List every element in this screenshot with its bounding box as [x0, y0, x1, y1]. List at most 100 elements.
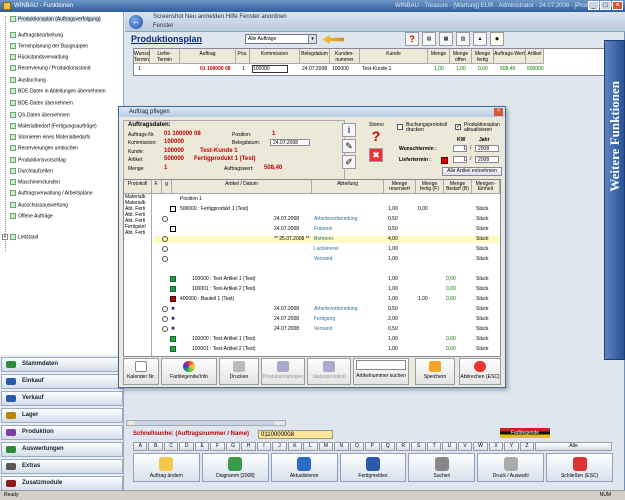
column-header[interactable]: Kunde — [360, 49, 428, 64]
column-header[interactable]: Kommission — [250, 49, 300, 64]
buchungsprotokoll-checkbox[interactable] — [397, 124, 403, 130]
alphabet-button[interactable]: D — [179, 442, 194, 451]
grid-row[interactable]: 100000 : Test-Artikel 1 (Test) 1,00 0,00 St… — [154, 336, 500, 343]
sidebar-item[interactable]: Maschinenstunden — [10, 179, 60, 185]
alphabet-button[interactable]: G — [225, 442, 241, 451]
grid-row[interactable]: 100001 : Test-Artikel 2 (Test) 1,00 0,00 St… — [154, 286, 500, 293]
sidebar-item[interactable]: BDE-Daten in Abteilungen übernehmen — [10, 88, 106, 94]
grid-header[interactable]: Abteilung — [312, 180, 384, 194]
sidebar-item[interactable]: Auftragsverwaltung / Arbeitspläne — [10, 190, 93, 196]
alphabet-button[interactable]: Alle — [535, 442, 612, 451]
liefertermin-kw-field[interactable]: 1 — [453, 156, 467, 163]
cell-menge[interactable]: 1,00 — [434, 65, 444, 73]
weitere-funktionen-button[interactable]: Weitere Funktionen — [604, 40, 625, 360]
cell-fertig[interactable]: 0,00 — [478, 65, 488, 73]
bottom-button[interactable]: Fertigmelden — [339, 453, 407, 482]
sidebar-item[interactable]: QS-Daten übernehmen — [10, 112, 70, 118]
sidebar-item[interactable]: Materialbedarf (Fertigungsaufträge) — [10, 123, 97, 129]
alphabet-button[interactable]: Z — [519, 442, 535, 451]
grid-row[interactable] — [154, 266, 500, 273]
produktionsbogen-button[interactable]: Produktionsbogen — [261, 358, 305, 385]
edit-icon[interactable]: ✐ — [342, 155, 356, 169]
bottom-button[interactable]: Diagramm [2008] — [201, 453, 269, 482]
alphabet-button[interactable]: H — [241, 442, 256, 451]
alle-artikel-button[interactable]: Alle Artikel entnehmen — [442, 167, 502, 176]
info-icon[interactable]: i — [342, 123, 356, 137]
sidebar-item[interactable]: Produktionsplan (Auftragsverfolgung) — [10, 16, 101, 23]
kalender-button[interactable]: Kalender Nr. — [123, 358, 159, 385]
column-header[interactable]: Belegdatum — [300, 49, 330, 64]
grid-row[interactable]: 500000 : Fertigprodukt 1 (Test) 1,00 0,00 S… — [154, 206, 500, 213]
sidebar-item[interactable]: BDE-Daten übernehmen — [10, 100, 73, 106]
column-header[interactable]: Menge fertig — [472, 49, 494, 64]
grid-row[interactable]: Versand 1,00 Stück — [154, 256, 500, 263]
protokoll-item[interactable]: Abt. Ferti — [125, 230, 151, 236]
farblegende-badge[interactable]: Farblegende — [500, 428, 550, 438]
farblegende-button[interactable]: Farblegende/Info — [161, 358, 217, 385]
alphabet-button[interactable]: S — [411, 442, 426, 451]
dialog-close-icon[interactable]: × — [494, 108, 503, 116]
alphabet-button[interactable]: C — [163, 442, 179, 451]
bottom-button[interactable]: Auftrag ändern — [133, 453, 200, 482]
alphabet-button[interactable]: X — [488, 442, 504, 451]
sidebar-item[interactable]: Ausbuchung — [10, 77, 46, 83]
close-button[interactable]: × — [612, 1, 623, 10]
alphabet-button[interactable]: E — [194, 442, 210, 451]
belegdatum-field[interactable]: 24.07.2008 — [270, 139, 310, 146]
cell-offen[interactable]: 1,00 — [456, 65, 466, 73]
alphabet-button[interactable]: O — [349, 442, 365, 451]
storno-delete-icon[interactable]: ✖ — [369, 148, 383, 162]
cell-wert[interactable]: 508,40 — [500, 65, 515, 73]
abbrechen-button[interactable]: Abbrechen (ESC) — [459, 358, 501, 385]
grid-row[interactable]: 100000 : Test-Artikel 1 (Test) 1,00 0,00 St… — [154, 276, 500, 283]
nav-item[interactable]: Auswertungen — [1, 442, 123, 457]
column-header[interactable]: Liefer-Termin — [150, 49, 180, 64]
help-icon[interactable]: ? — [405, 32, 419, 46]
grid-header[interactable]: F. — [152, 180, 162, 194]
sidebar-item[interactable]: Durchlaufzeiten — [10, 168, 53, 174]
cell-kommission[interactable]: 100000 — [252, 65, 288, 73]
schnellsuche-input[interactable]: 0110000008 — [258, 430, 333, 439]
alphabet-button[interactable]: L — [303, 442, 318, 451]
cell-artikel[interactable]: 500000 — [527, 65, 544, 73]
alphabet-button[interactable]: Q — [380, 442, 395, 451]
grid-row[interactable]: ✖ 24.07.2008 Versand 0,50 Stück — [154, 326, 500, 333]
grid-row[interactable]: 100001 : Test-Artikel 2 (Test) 1,00 0,00 St… — [154, 346, 500, 353]
alphabet-button[interactable]: M — [318, 442, 334, 451]
grid-icon[interactable]: ▥ — [456, 32, 470, 46]
chevron-down-icon[interactable]: ▾ — [308, 35, 316, 43]
artikelsuchen-button[interactable]: Artikelnummer suchen — [356, 373, 406, 379]
grid-header[interactable]: Protokoll — [124, 180, 152, 194]
wunschtermin-kw-field[interactable]: 1 — [453, 145, 467, 152]
alphabet-button[interactable]: J — [272, 442, 287, 451]
sidebar-item[interactable]: Auftragsbearbeitung — [10, 32, 63, 38]
maximize-button[interactable]: □ — [600, 1, 611, 10]
cell-nr[interactable]: 1 — [138, 65, 141, 73]
statusprotokoll-button[interactable]: Statusprotokoll — [307, 358, 351, 385]
expand-icon[interactable]: + — [2, 234, 8, 240]
liefertermin-jahr-field[interactable]: 2008 — [475, 156, 499, 163]
sort-up-icon[interactable]: ▲ — [473, 32, 487, 46]
sort-down-icon[interactable]: ◆ — [490, 32, 504, 46]
grid-row[interactable]: Position 1 — [154, 196, 500, 203]
column-header[interactable]: Pos. — [236, 49, 250, 64]
grid-row[interactable]: Lackiererei 1,00 Stück — [154, 246, 500, 253]
print-icon[interactable]: ▤ — [422, 32, 436, 46]
grid-header[interactable]: Menge Bedarf (B) — [444, 180, 472, 194]
bottom-button[interactable]: Aktualisieren — [270, 453, 338, 482]
alphabet-button[interactable]: V — [457, 442, 473, 451]
column-header[interactable]: Kunden-nummer — [330, 49, 360, 64]
grid-row[interactable]: 24.07.2008 Fräserei 0,50 Stück — [154, 226, 500, 233]
nav-item[interactable]: Verkauf — [1, 391, 123, 406]
sidebar-item[interactable]: Offene Aufträge — [10, 213, 53, 219]
alphabet-button[interactable]: Y — [504, 442, 519, 451]
drucken-button[interactable]: Drucken — [219, 358, 259, 385]
storno-help-icon[interactable]: ? — [369, 129, 383, 144]
cell-belegdatum[interactable]: 24.07.2008 — [302, 65, 327, 73]
alphabet-button[interactable]: N — [334, 442, 349, 451]
prodplan-aktualisieren-checkbox[interactable] — [455, 123, 461, 130]
cell-kunde[interactable]: Test-Kunde 1 — [362, 65, 391, 73]
sidebar-item[interactable]: Reservierung / Produktionsstand — [10, 65, 91, 71]
grid-header[interactable]: Menge fertig (F) — [416, 180, 444, 194]
alphabet-button[interactable]: R — [395, 442, 411, 451]
